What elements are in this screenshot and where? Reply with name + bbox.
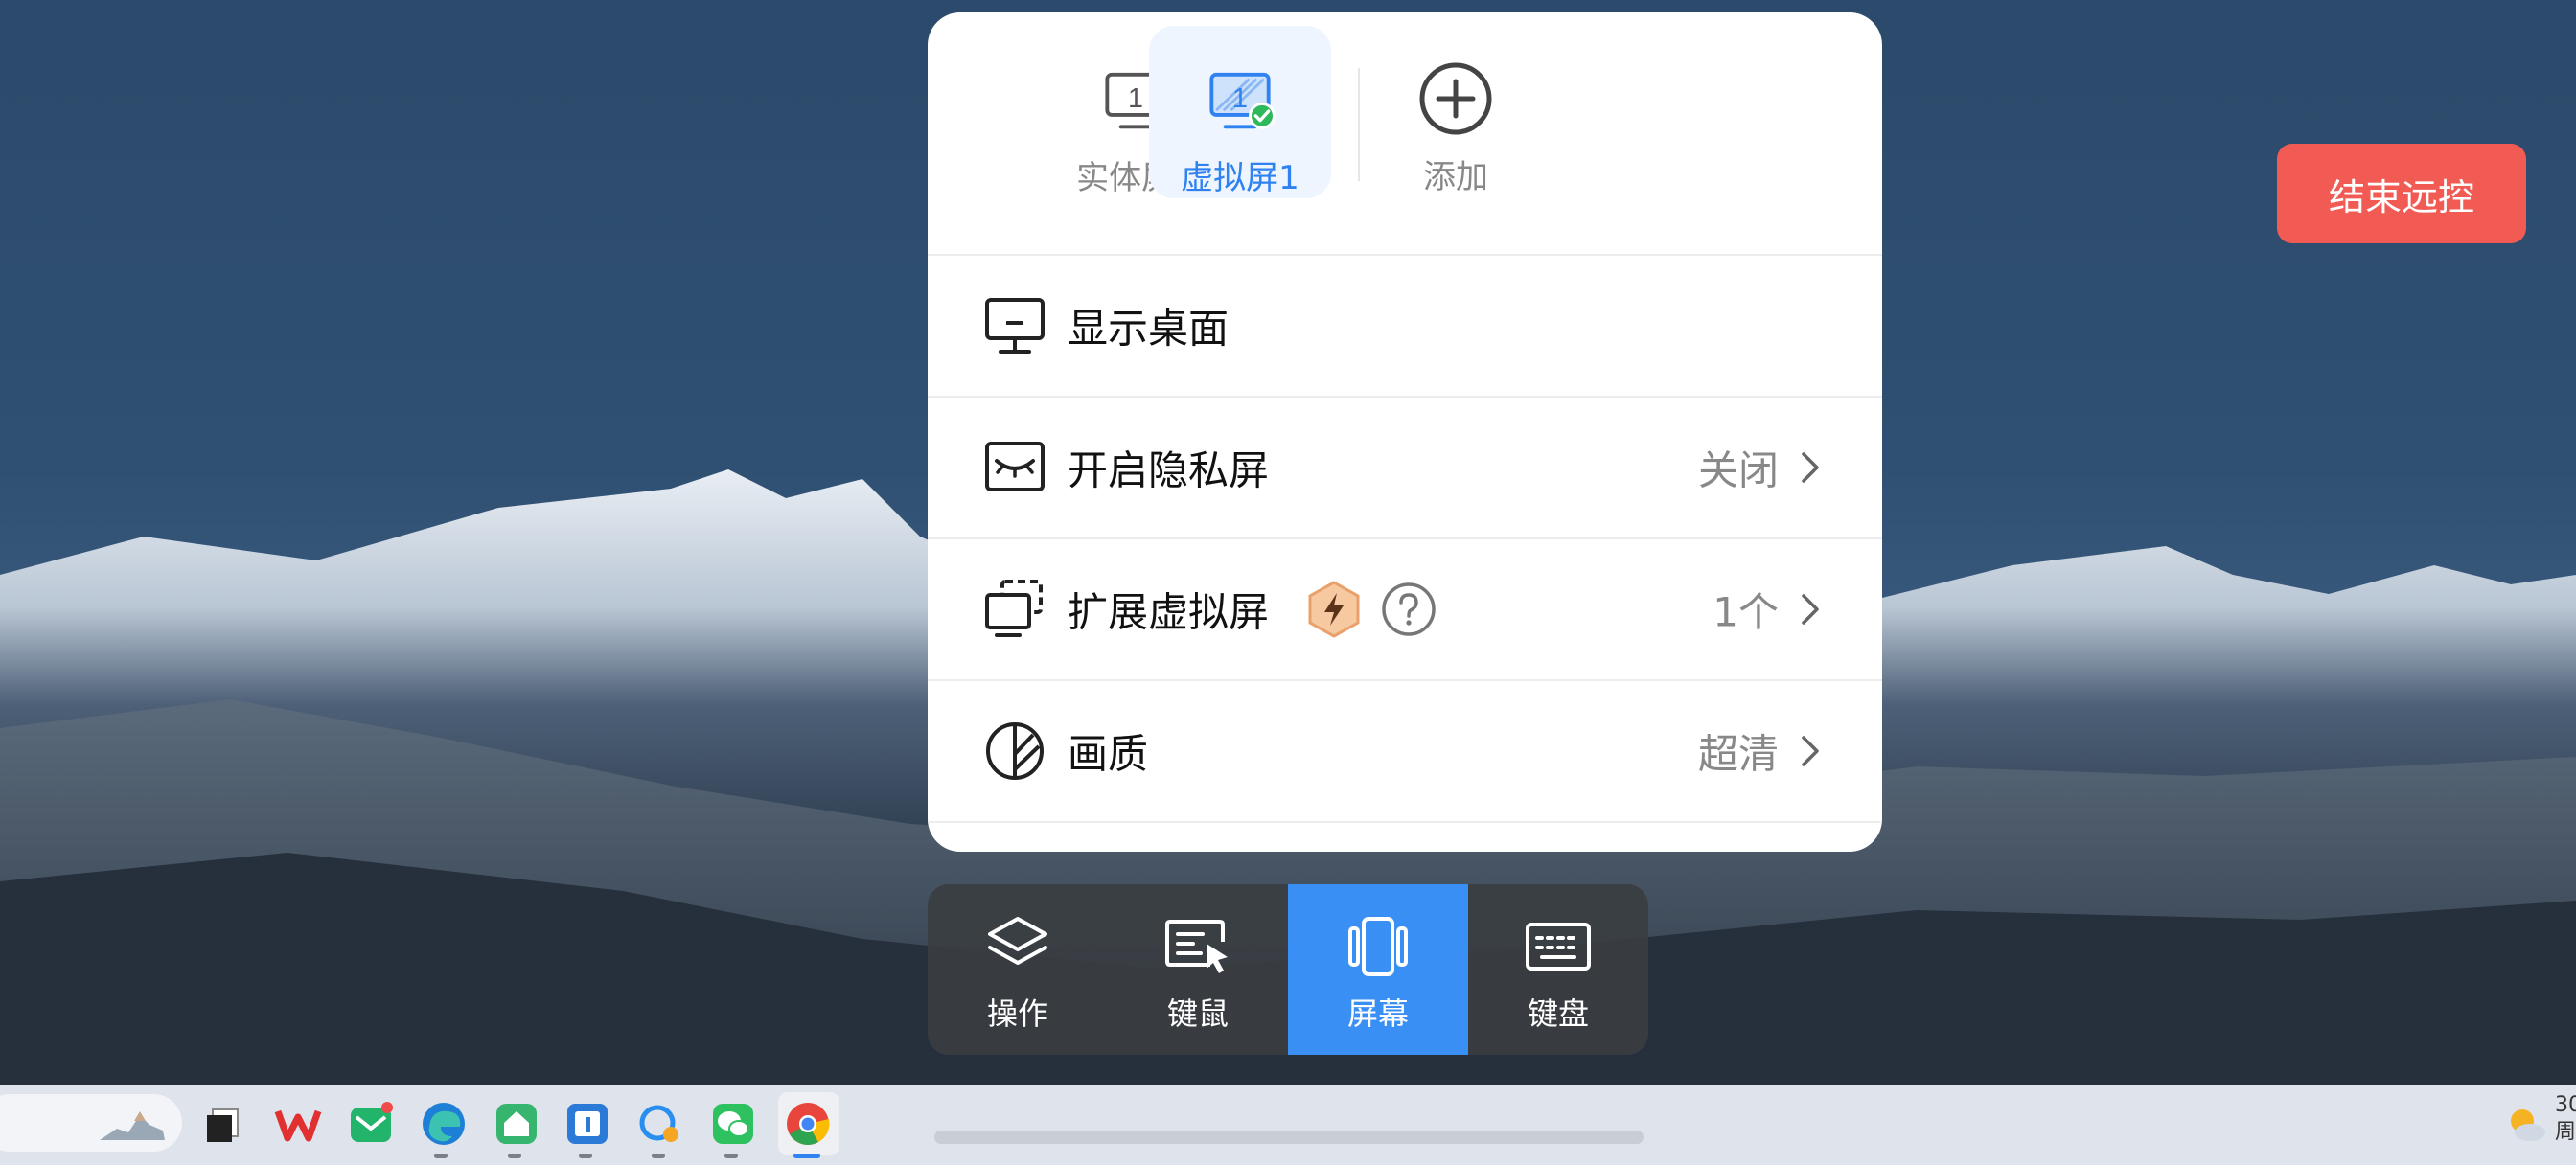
screen-option-virtual-1[interactable]: 1 虚拟屏1: [1149, 26, 1331, 198]
screen-option-label: 虚拟屏1: [1181, 159, 1300, 197]
end-remote-button[interactable]: 结束远控: [2277, 144, 2526, 243]
taskbar-running-indicator: [724, 1154, 738, 1158]
taskbar-active-indicator: [794, 1154, 820, 1158]
menu-item-quality[interactable]: 画质 超清: [928, 679, 1882, 821]
horizontal-scrollbar[interactable]: [934, 1131, 1644, 1144]
chrome-icon[interactable]: [782, 1098, 834, 1150]
svg-text:1: 1: [1128, 83, 1143, 114]
desktop-icon: [985, 298, 1045, 354]
taskbar-clock[interactable]: 30 周: [2555, 1092, 2576, 1146]
menu-item-label: 显示桌面: [1068, 305, 1230, 353]
chevron-right-icon: [1802, 594, 1819, 625]
taskbar-running-indicator: [508, 1154, 521, 1158]
virtual-monitor-check-icon: 1: [1209, 72, 1276, 129]
chat-app-icon[interactable]: [634, 1098, 686, 1150]
quality-icon: [986, 722, 1044, 780]
screen-selector: 1 实体屏1 1 虚拟屏1 添加: [928, 12, 1882, 254]
menu-item-show-desktop[interactable]: 显示桌面: [928, 254, 1882, 396]
wps-icon[interactable]: [272, 1098, 324, 1150]
blue-app-icon[interactable]: [562, 1098, 613, 1150]
screen-icon: [1348, 917, 1408, 976]
toolbar-operate-button[interactable]: 操作: [928, 884, 1108, 1055]
clock-line-2: 周: [2555, 1120, 2576, 1144]
toolbar-label: 屏幕: [1346, 995, 1409, 1032]
taskbar: [0, 1085, 2576, 1165]
toolbar-screen-button[interactable]: 屏幕: [1288, 884, 1468, 1055]
menu-item-label: 扩展虚拟屏: [1068, 588, 1270, 636]
add-screen-button[interactable]: 添加: [1365, 26, 1547, 198]
menu-item-extend-virtual-screen[interactable]: 扩展虚拟屏 1个: [928, 537, 1882, 679]
task-view-icon[interactable]: [197, 1098, 249, 1150]
eye-closed-icon: [985, 442, 1045, 491]
mail-app-icon[interactable]: [345, 1098, 397, 1150]
quality-value: 超清: [1697, 730, 1779, 778]
add-screen-label: 添加: [1423, 158, 1488, 196]
taskbar-running-indicator: [434, 1154, 448, 1158]
edge-browser-icon[interactable]: [418, 1098, 470, 1150]
lightning-badge-icon: [1308, 581, 1360, 638]
divider: [1358, 68, 1360, 181]
keyboard-mouse-icon: [1165, 920, 1228, 973]
taskbar-search-box[interactable]: [0, 1094, 182, 1152]
green-app-icon[interactable]: [491, 1098, 542, 1150]
toolbar-keyboard-button[interactable]: 键盘: [1468, 884, 1648, 1055]
menu-item-label: 开启隐私屏: [1068, 446, 1270, 494]
layers-icon: [988, 917, 1047, 965]
menu-item-privacy-screen[interactable]: 开启隐私屏 关闭: [928, 396, 1882, 537]
clock-line-1: 30: [2555, 1093, 2576, 1117]
screen-menu: 显示桌面 开启隐私屏 关闭 扩展虚拟屏 1个 画质 超清: [928, 254, 1882, 852]
plus-circle-icon: [1419, 62, 1492, 135]
svg-text:1: 1: [1232, 83, 1248, 114]
wechat-icon[interactable]: [707, 1098, 759, 1150]
virtual-screen-count: 1个: [1713, 588, 1779, 636]
chevron-right-icon: [1802, 452, 1819, 483]
taskbar-running-indicator: [579, 1154, 592, 1158]
menu-item-label: 画质: [1068, 730, 1149, 778]
extend-screen-icon: [985, 580, 1043, 637]
toolbar-label: 操作: [986, 995, 1048, 1032]
search-thumbnail-icon: [100, 1111, 165, 1140]
toolbar-label: 键盘: [1527, 995, 1589, 1032]
taskbar-running-indicator: [652, 1154, 665, 1158]
remote-toolbar: 操作 键鼠 屏幕 键盘: [928, 884, 1648, 1055]
chevron-right-icon: [1802, 736, 1819, 766]
privacy-status-value: 关闭: [1697, 446, 1779, 494]
help-icon[interactable]: [1380, 581, 1438, 638]
toolbar-label: 键鼠: [1166, 995, 1229, 1032]
keyboard-icon: [1526, 923, 1591, 971]
menu-bottom-divider: [928, 821, 1882, 852]
weather-icon[interactable]: [2505, 1102, 2547, 1144]
toolbar-keyboard-mouse-button[interactable]: 键鼠: [1108, 884, 1288, 1055]
screen-panel: 1 实体屏1 1 虚拟屏1 添加 显示桌面 开启隐私屏 关闭 扩展虚拟屏 1个 …: [928, 12, 1882, 852]
